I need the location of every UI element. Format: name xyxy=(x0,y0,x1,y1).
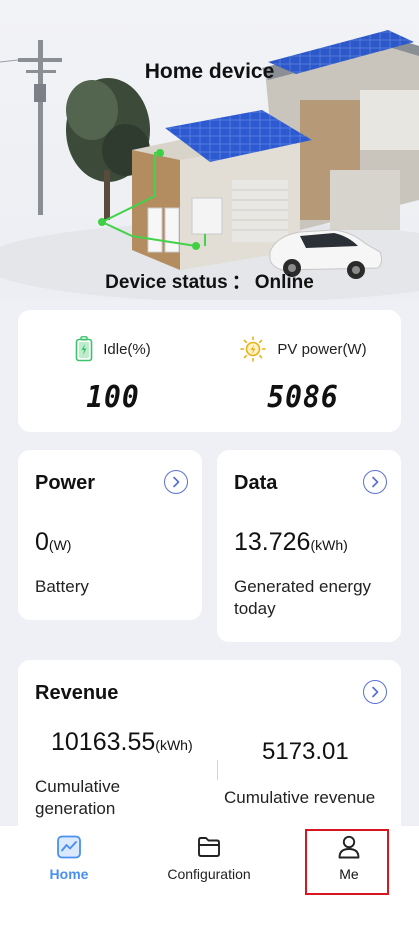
chart-icon xyxy=(57,835,81,859)
page-title: Home device xyxy=(144,60,275,83)
nav-configuration[interactable]: Configuration xyxy=(144,834,274,882)
cumulative-revenue-label: Cumulative revenue xyxy=(224,788,376,807)
pv-power-label: PV power(W) xyxy=(277,340,367,358)
house-solar-illustration xyxy=(0,30,419,300)
pv-power-stat: PV power(W) 5086 xyxy=(208,336,398,415)
data-chevron-right-icon[interactable] xyxy=(363,470,387,494)
revenue-divider xyxy=(217,760,218,780)
cumulative-generation-number: 10163.55 xyxy=(51,728,156,756)
device-status: Device status： Online xyxy=(0,267,419,294)
revenue-title: Revenue xyxy=(35,682,119,704)
revenue-chevron-right-icon[interactable] xyxy=(363,680,387,704)
power-value: 0(W) xyxy=(35,528,71,557)
battery-icon xyxy=(75,336,93,362)
idle-value: 100 xyxy=(86,378,140,415)
power-label: Battery xyxy=(35,577,89,596)
data-value: 13.726(kWh) xyxy=(234,528,348,557)
power-unit: (W) xyxy=(48,537,72,553)
sun-icon xyxy=(240,336,267,362)
me-highlight-box xyxy=(305,829,389,895)
data-number: 13.726 xyxy=(234,528,311,556)
revenue-card[interactable]: Revenue 10163.55(kWh) Cumulative generat… xyxy=(18,660,401,850)
cumulative-generation-unit: (kWh) xyxy=(155,737,193,753)
cumulative-generation-label: Cumulative generation xyxy=(35,777,121,818)
power-chevron-right-icon[interactable] xyxy=(164,470,188,494)
cumulative-generation-value: 10163.55(kWh) xyxy=(51,728,193,757)
pv-power-value: 5086 xyxy=(267,378,339,415)
nav-home[interactable]: Home xyxy=(4,834,134,882)
nav-configuration-label: Configuration xyxy=(167,866,251,882)
data-card[interactable]: Data 13.726(kWh) Generated energy today xyxy=(217,450,401,642)
home-hero: Home device Device status： Online xyxy=(0,0,419,300)
data-label: Generated energy today xyxy=(234,577,372,618)
data-unit: (kWh) xyxy=(310,537,348,553)
idle-label: Idle(%) xyxy=(103,340,151,358)
device-status-separator: ： xyxy=(231,272,251,293)
data-title: Data xyxy=(234,472,278,494)
power-number: 0 xyxy=(35,528,49,556)
app-screen: Home device Device status： Online Idle(%)… xyxy=(0,0,419,931)
summary-card: Idle(%) 100 PV power(W) 5086 xyxy=(18,310,401,432)
idle-stat: Idle(%) 100 xyxy=(18,336,208,415)
device-status-label: Device status xyxy=(105,272,228,293)
cumulative-revenue-value: 5173.01 xyxy=(262,738,349,765)
device-status-value: Online xyxy=(254,272,314,293)
nav-home-label: Home xyxy=(49,866,89,882)
power-title: Power xyxy=(35,472,96,494)
folder-icon xyxy=(198,837,220,857)
power-card[interactable]: Power 0(W) Battery xyxy=(18,450,202,620)
